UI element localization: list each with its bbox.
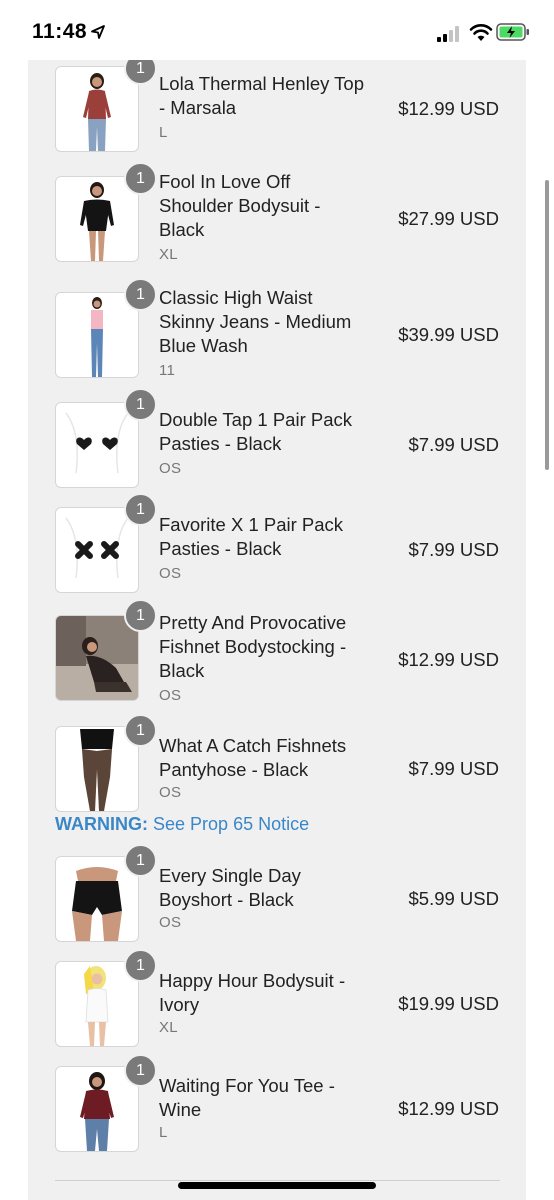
scrollbar[interactable] (545, 180, 549, 470)
quantity-badge: 1 (124, 599, 157, 632)
product-thumbnail[interactable] (55, 615, 139, 701)
product-name[interactable]: Favorite X 1 Pair Pack Pasties - Black (159, 513, 369, 561)
product-size: 11 (159, 362, 176, 379)
product-thumbnail[interactable] (55, 507, 139, 593)
product-size: OS (159, 784, 182, 801)
quantity-badge: 1 (124, 949, 157, 982)
wifi-icon (469, 24, 493, 41)
quantity-badge: 1 (124, 844, 157, 877)
location-arrow-icon (91, 25, 105, 39)
product-price: $12.99 USD (398, 649, 499, 670)
product-thumbnail[interactable] (55, 402, 139, 488)
product-price: $7.99 USD (408, 758, 500, 779)
product-name[interactable]: Classic High Waist Skinny Jeans - Medium… (159, 286, 369, 358)
battery-charging-icon (496, 23, 529, 41)
quantity-badge: 1 (124, 714, 157, 747)
product-size: XL (159, 1019, 178, 1036)
product-name[interactable]: Every Single Day Boyshort - Black (159, 864, 369, 912)
divider (55, 1180, 500, 1181)
product-name[interactable]: Double Tap 1 Pair Pack Pasties - Black (159, 408, 369, 456)
quantity-badge: 1 (124, 278, 157, 311)
product-price: $7.99 USD (408, 434, 500, 455)
quantity-badge: 1 (124, 388, 157, 421)
prop-65-warning[interactable]: WARNING: See Prop 65 Notice (55, 814, 309, 835)
product-price: $19.99 USD (398, 993, 499, 1014)
product-size: OS (159, 565, 182, 582)
prop-65-notice-link[interactable]: See Prop 65 Notice (153, 814, 309, 834)
status-time: 11:48 (32, 20, 88, 43)
product-size: L (159, 1124, 168, 1141)
quantity-badge: 1 (124, 162, 157, 195)
product-size: L (159, 124, 168, 141)
quantity-badge: 1 (124, 1054, 157, 1087)
product-name[interactable]: Waiting For You Tee - Wine (159, 1074, 369, 1122)
quantity-badge: 1 (124, 493, 157, 526)
status-bar: 11:48 (0, 0, 554, 60)
product-size: XL (159, 246, 178, 263)
cellular-signal-icon (437, 26, 459, 42)
product-thumbnail[interactable] (55, 66, 139, 152)
product-name[interactable]: Lola Thermal Henley Top - Marsala (159, 72, 369, 120)
product-price: $39.99 USD (398, 324, 499, 345)
product-size: OS (159, 460, 182, 477)
product-name[interactable]: Fool In Love Off Shoulder Bodysuit - Bla… (159, 170, 369, 242)
product-price: $12.99 USD (398, 98, 499, 119)
product-name[interactable]: What A Catch Fishnets Pantyhose - Black (159, 734, 369, 782)
product-thumbnail[interactable] (55, 176, 139, 262)
product-name[interactable]: Happy Hour Bodysuit - Ivory (159, 969, 369, 1017)
product-thumbnail[interactable] (55, 292, 139, 378)
product-price: $7.99 USD (408, 539, 500, 560)
product-size: OS (159, 687, 182, 704)
product-name[interactable]: Pretty And Provocative Fishnet Bodystock… (159, 611, 369, 683)
cart-items-panel[interactable]: 1 Lola Thermal Henley Top - Marsala L $1… (28, 60, 526, 1200)
product-price: $27.99 USD (398, 208, 499, 229)
product-size: OS (159, 914, 182, 931)
home-indicator[interactable] (178, 1182, 376, 1189)
warning-label: WARNING: (55, 814, 148, 834)
product-price: $5.99 USD (408, 888, 500, 909)
product-price: $12.99 USD (398, 1098, 499, 1119)
